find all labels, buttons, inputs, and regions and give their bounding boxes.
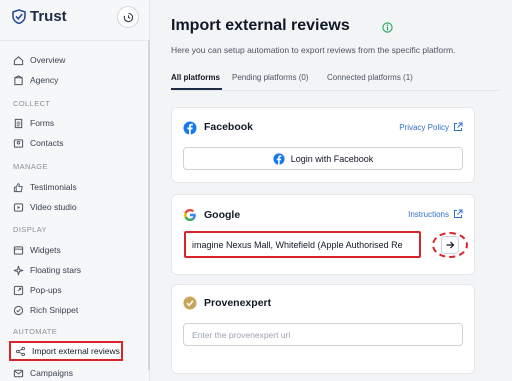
google-icon	[184, 209, 196, 221]
mail-icon	[13, 369, 24, 377]
google-submit-button[interactable]	[441, 236, 459, 254]
sparkle-icon	[13, 265, 24, 275]
sidebar-item-contacts[interactable]: Contacts	[13, 136, 64, 150]
instructions-link[interactable]: Instructions	[408, 209, 463, 219]
sidebar-item-label: Pop-ups	[30, 285, 62, 295]
instructions-label: Instructions	[408, 209, 449, 219]
sidebar-item-import-external-reviews[interactable]: Import external reviews	[9, 341, 123, 361]
info-icon[interactable]	[382, 22, 393, 33]
google-place-input[interactable]: imagine Nexus Mall, Whitefield (Apple Au…	[184, 231, 421, 258]
sidebar-item-label: Forms	[30, 118, 55, 128]
brand-logo[interactable]: Trust	[12, 8, 67, 25]
video-icon	[13, 202, 24, 212]
tab-pending-platforms[interactable]: Pending platforms (0)	[232, 73, 308, 82]
sidebar-divider	[0, 40, 148, 41]
sidebar-item-label: Contacts	[30, 138, 64, 148]
privacy-policy-label: Privacy Policy	[399, 122, 449, 132]
login-with-facebook-label: Login with Facebook	[290, 153, 374, 164]
contacts-icon	[13, 138, 24, 148]
popup-icon	[13, 285, 24, 295]
facebook-title: Facebook	[204, 121, 254, 133]
section-title-manage: MANAGE	[13, 162, 48, 171]
arrow-right-icon	[446, 241, 455, 249]
google-submit-button-highlight[interactable]	[432, 232, 468, 258]
google-title: Google	[204, 209, 241, 221]
provenexpert-card: Provenexpert Enter the provenexpert url	[171, 284, 475, 374]
tab-connected-platforms[interactable]: Connected platforms (1)	[327, 73, 413, 82]
external-link-icon	[454, 209, 463, 218]
sidebar-item-forms[interactable]: Forms	[13, 116, 54, 130]
brand-name: Trust	[30, 8, 67, 25]
active-tab-indicator	[171, 88, 222, 90]
sidebar-item-label: Widgets	[30, 245, 61, 255]
sidebar-item-label: Video studio	[30, 202, 77, 212]
sidebar-item-testimonials[interactable]: Testimonials	[13, 180, 77, 194]
snippet-icon	[13, 305, 24, 315]
facebook-card: Facebook Privacy Policy Login with Faceb…	[171, 107, 475, 183]
login-with-facebook-button[interactable]: Login with Facebook	[183, 147, 463, 170]
sidebar-item-video-studio[interactable]: Video studio	[13, 200, 77, 214]
sidebar-item-widgets[interactable]: Widgets	[13, 243, 61, 257]
sidebar-item-label: Import external reviews	[32, 346, 120, 356]
home-icon	[13, 55, 24, 65]
provenexpert-title: Provenexpert	[204, 297, 272, 309]
thumbs-up-icon	[13, 182, 23, 192]
history-icon	[123, 12, 133, 22]
facebook-icon	[273, 152, 285, 165]
sidebar-item-label: Campaigns	[30, 368, 73, 378]
facebook-icon	[183, 121, 197, 135]
sidebar-item-floating-stars[interactable]: Floating stars	[13, 263, 81, 277]
tabs-divider	[171, 90, 501, 91]
sidebar-item-label: Rich Snippet	[30, 305, 79, 315]
provenexpert-url-input[interactable]: Enter the provenexpert url	[183, 323, 463, 346]
building-icon	[14, 74, 23, 85]
sidebar-item-label: Testimonials	[30, 182, 77, 192]
sidebar-item-label: Agency	[30, 75, 59, 85]
sidebar-item-overview[interactable]: Overview	[13, 53, 65, 67]
page-title: Import external reviews	[171, 17, 350, 34]
external-link-icon	[454, 122, 463, 131]
share-icon	[16, 346, 25, 356]
shield-check-icon	[12, 9, 26, 24]
sidebar-item-campaigns[interactable]: Campaigns	[13, 366, 73, 380]
sidebar-item-rich-snippet[interactable]: Rich Snippet	[13, 303, 78, 317]
section-title-display: DISPLAY	[13, 225, 47, 234]
section-title-collect: COLLECT	[13, 99, 51, 108]
sidebar-item-label: Overview	[30, 55, 66, 65]
provenexpert-icon	[183, 296, 197, 310]
sidebar-item-pop-ups[interactable]: Pop-ups	[13, 283, 62, 297]
page-subtitle: Here you can setup automation to export …	[171, 45, 456, 55]
tab-all-platforms[interactable]: All platforms	[171, 73, 220, 82]
collapse-sidebar-button[interactable]	[117, 6, 139, 28]
sidebar-item-label: Floating stars	[30, 265, 82, 275]
section-title-automate: AUTOMATE	[13, 327, 58, 336]
widgets-icon	[13, 245, 24, 255]
sidebar-item-agency[interactable]: Agency	[13, 73, 58, 87]
sidebar: Trust Overview Agency COLLECT Forms Cont…	[0, 0, 150, 381]
privacy-policy-link[interactable]: Privacy Policy	[399, 122, 463, 132]
google-card: Google Instructions imagine Nexus Mall, …	[171, 194, 475, 275]
form-icon	[14, 118, 23, 128]
main-content: Import external reviews Here you can set…	[150, 0, 512, 381]
